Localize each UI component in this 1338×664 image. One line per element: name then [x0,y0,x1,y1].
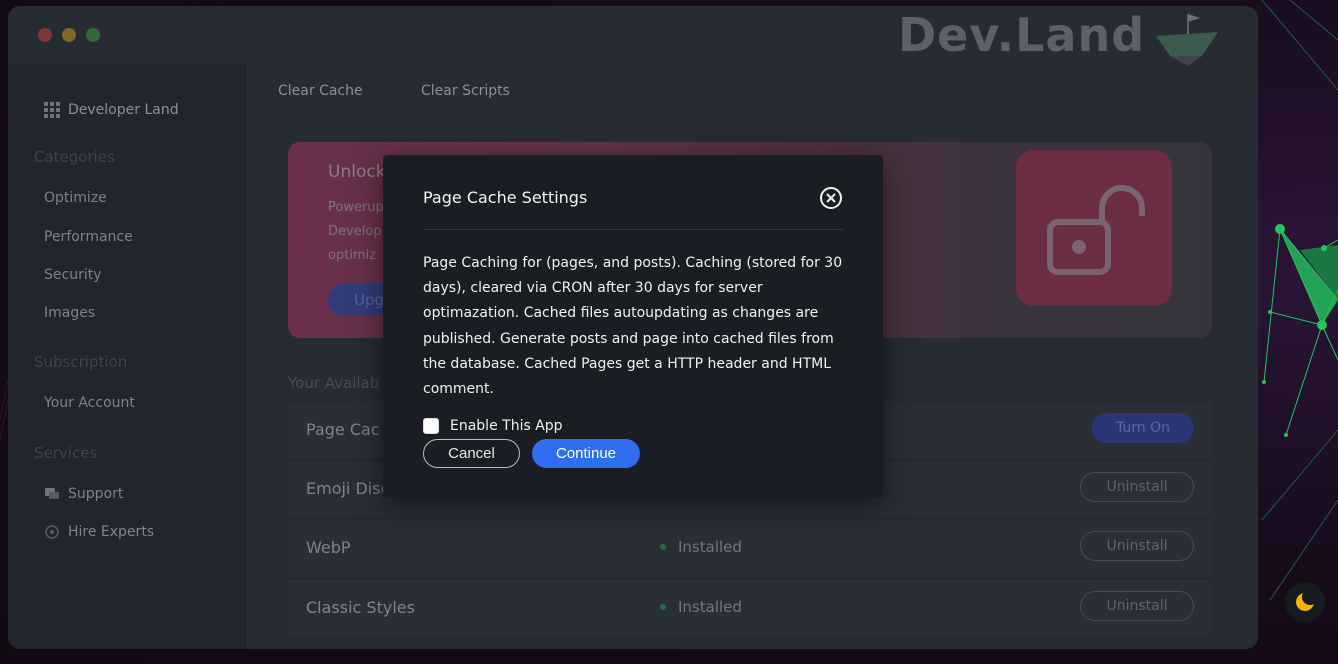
banner-title: Unlock [328,162,386,182]
close-window-button[interactable] [38,28,52,42]
apps-section-title: Your Availab [288,374,380,392]
continue-button[interactable]: Continue [532,439,640,468]
sidebar-item-support[interactable]: Support [44,486,123,502]
enable-app-label: Enable This App [450,418,563,434]
close-icon[interactable] [819,186,843,210]
app-status: Installed [660,538,742,556]
app-row: WebP Installed Uninstall [288,520,1212,578]
maximize-window-button[interactable] [86,28,100,42]
cancel-button[interactable]: Cancel [423,439,520,468]
grid-icon [44,102,60,118]
tab-clear-cache[interactable]: Clear Cache [278,83,363,99]
uninstall-button[interactable]: Uninstall [1080,531,1194,561]
tab-clear-scripts[interactable]: Clear Scripts [421,83,510,99]
status-dot [660,544,666,550]
minimize-window-button[interactable] [62,28,76,42]
sidebar-brand-label: Developer Land [68,102,179,118]
status-dot [660,604,666,610]
sidebar-item-your-account[interactable]: Your Account [44,395,135,411]
chat-icon [45,488,59,499]
uninstall-button[interactable]: Uninstall [1080,472,1194,502]
app-name: Classic Styles [306,598,415,617]
dialog-description: Page Caching for (pages, and posts). Cac… [423,255,843,398]
unlock-icon [1047,185,1145,275]
enable-app-checkbox[interactable] [423,418,439,434]
uninstall-button[interactable]: Uninstall [1080,591,1194,621]
app-status: Installed [660,598,742,616]
app-logo: Dev.Land [898,8,1146,62]
app-name: Page Cac [306,420,380,439]
sidebar-item-hire-experts[interactable]: Hire Experts [44,524,154,540]
enable-app-option[interactable]: Enable This App [423,418,563,434]
app-name: Emoji Disc [306,479,390,498]
sidebar-item-images[interactable]: Images [44,305,95,321]
title-bar: Dev.Land [8,6,1258,66]
sidebar-brand[interactable]: Developer Land [44,102,179,118]
dialog-divider [423,229,843,230]
sidebar-item-performance[interactable]: Performance [44,229,133,245]
sidebar-heading-services: Services [34,444,98,462]
app-row: Classic Styles Installed Uninstall [288,580,1212,638]
sidebar-heading-categories: Categories [34,148,115,166]
app-name: WebP [306,538,351,557]
sidebar-item-security[interactable]: Security [44,267,102,283]
island-logo-icon [1156,14,1218,66]
tab-bar: Clear Cache Clear Scripts [248,64,1258,122]
sidebar-item-optimize[interactable]: Optimize [44,190,107,206]
dialog-title: Page Cache Settings [423,188,588,207]
turn-on-button[interactable]: Turn On [1092,413,1194,443]
unlock-tile [1016,150,1172,306]
theme-toggle-button[interactable] [1285,582,1325,622]
moon-icon [1296,589,1318,611]
headset-icon [45,525,59,539]
sidebar-heading-subscription: Subscription [34,353,128,371]
page-cache-settings-dialog: Page Cache Settings Page Caching for (pa… [383,155,883,498]
sidebar: Developer Land Categories Optimize Perfo… [8,64,248,649]
